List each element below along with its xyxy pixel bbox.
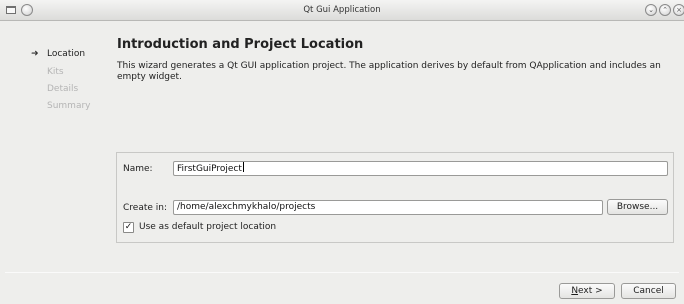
create-in-path-input[interactable]: /home/alexchmykhalo/projects bbox=[173, 200, 603, 215]
sidebar-step-summary: Summary bbox=[47, 101, 91, 111]
name-input-value: FirstGuiProject bbox=[177, 164, 242, 174]
page-title: Introduction and Project Location bbox=[117, 37, 364, 52]
current-step-arrow-icon: ➜ bbox=[31, 49, 39, 59]
name-label: Name: bbox=[123, 164, 153, 174]
next-button[interactable]: Next > bbox=[559, 283, 615, 299]
sidebar-step-kits: Kits bbox=[47, 67, 64, 77]
close-icon[interactable]: × bbox=[673, 4, 684, 16]
title-bar[interactable]: Qt Gui Application ⌄ ⌃ × bbox=[0, 0, 684, 21]
next-label: ext > bbox=[578, 286, 603, 296]
window-title: Qt Gui Application bbox=[303, 5, 381, 15]
maximize-icon[interactable]: ⌃ bbox=[659, 4, 671, 16]
default-location-checkbox[interactable]: ✓ bbox=[123, 222, 134, 233]
minimize-icon[interactable]: ⌄ bbox=[645, 4, 657, 16]
browse-button[interactable]: Browse... bbox=[607, 199, 668, 215]
bottom-divider bbox=[5, 272, 679, 273]
cancel-button[interactable]: Cancel bbox=[621, 283, 676, 299]
text-cursor bbox=[242, 162, 244, 172]
sidebar-step-details: Details bbox=[47, 84, 79, 94]
create-in-label: Create in: bbox=[123, 203, 168, 213]
wizard-window: Qt Gui Application ⌄ ⌃ × ➜ Location Kits… bbox=[0, 0, 684, 304]
name-input[interactable]: FirstGuiProject bbox=[173, 161, 668, 176]
page-description: This wizard generates a Qt GUI applicati… bbox=[117, 61, 661, 82]
sidebar-step-location: Location bbox=[47, 49, 86, 59]
default-location-label[interactable]: Use as default project location bbox=[139, 222, 276, 232]
